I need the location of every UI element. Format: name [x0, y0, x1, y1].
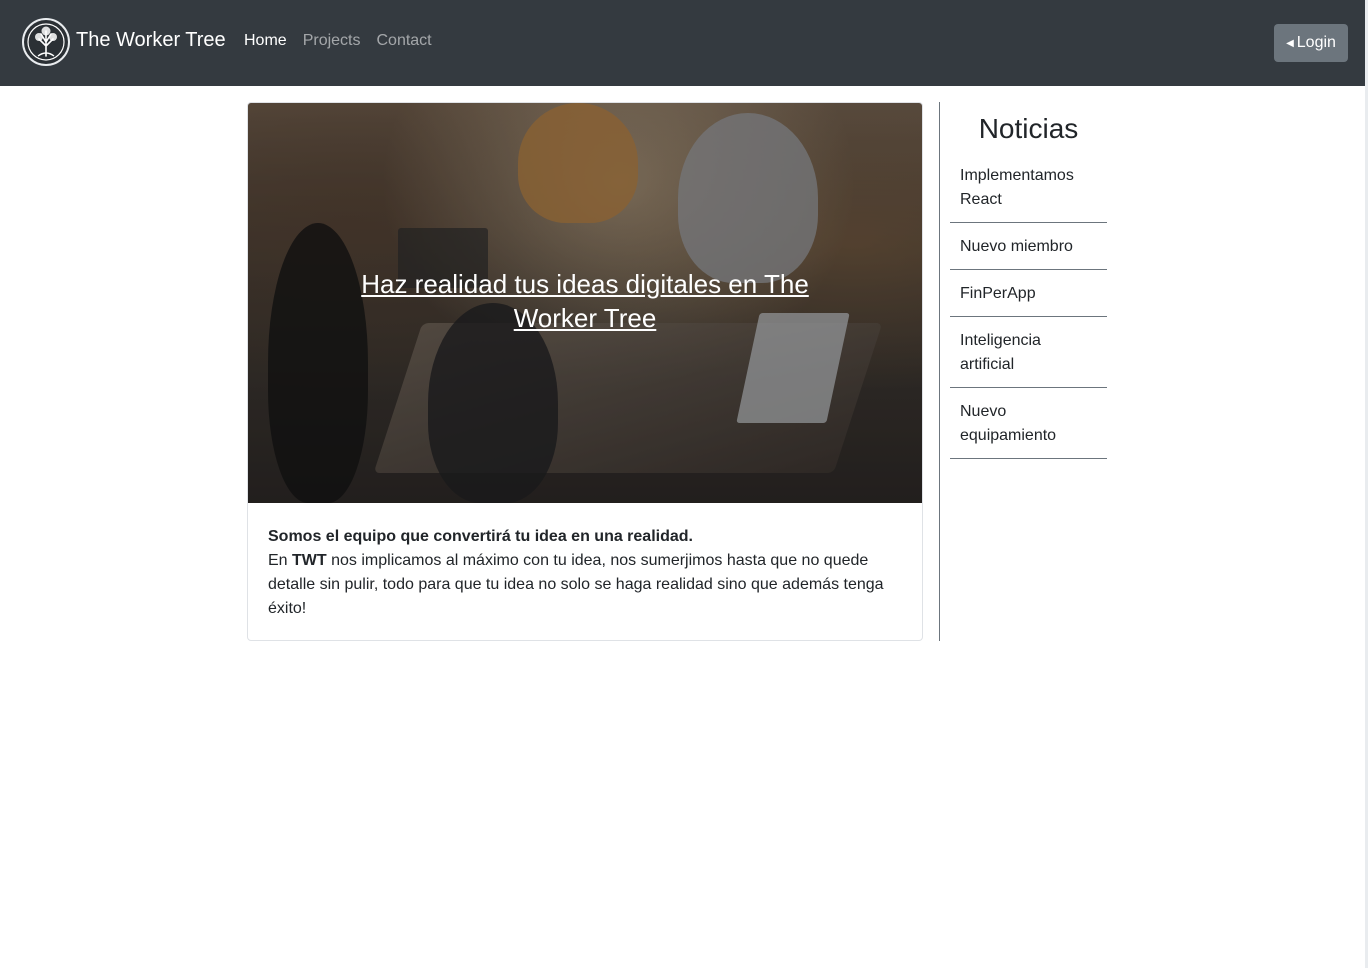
- nav-links: Home Projects Contact: [244, 32, 432, 50]
- news-title: Noticias: [978, 113, 1079, 144]
- nav-link-contact[interactable]: Contact: [376, 32, 431, 50]
- intro-brand-short: TWT: [292, 552, 327, 569]
- brand-link[interactable]: The Worker Tree: [22, 18, 226, 66]
- login-label: Login: [1296, 34, 1336, 51]
- hero-title: Haz realidad tus ideas digitales en The …: [361, 269, 809, 333]
- caret-left-icon: ◀: [1286, 37, 1294, 49]
- intro-lead: Somos el equipo que convertirá tu idea e…: [268, 528, 693, 545]
- sidebar-divider: [939, 102, 940, 641]
- nav-link-home[interactable]: Home: [244, 32, 287, 50]
- tree-logo-icon: [22, 18, 70, 66]
- brand-name: The Worker Tree: [76, 28, 226, 51]
- login-button[interactable]: ◀ Login: [1274, 24, 1348, 62]
- intro-text-after: nos implicamos al máximo con tu idea, no…: [268, 552, 884, 617]
- top-navbar: The Worker Tree Home Projects Contact ◀ …: [0, 0, 1365, 86]
- news-list: Implementamos React Nuevo miembro FinPer…: [950, 164, 1107, 459]
- news-item-finperapp[interactable]: FinPerApp: [950, 282, 1107, 317]
- hero-image: Haz realidad tus ideas digitales en The …: [248, 103, 922, 503]
- intro-text-before: En: [268, 552, 293, 569]
- news-item-new-member[interactable]: Nuevo miembro: [950, 235, 1107, 270]
- news-item-ai[interactable]: Inteligencia artificial: [950, 329, 1107, 388]
- intro-card: Haz realidad tus ideas digitales en The …: [247, 102, 923, 641]
- nav-link-projects[interactable]: Projects: [303, 32, 361, 50]
- intro-text: Somos el equipo que convertirá tu idea e…: [248, 503, 922, 621]
- news-sidebar: Noticias Implementamos React Nuevo miemb…: [950, 102, 1107, 471]
- news-item-equipment[interactable]: Nuevo equipamiento: [950, 400, 1107, 459]
- news-item-react[interactable]: Implementamos React: [950, 164, 1107, 223]
